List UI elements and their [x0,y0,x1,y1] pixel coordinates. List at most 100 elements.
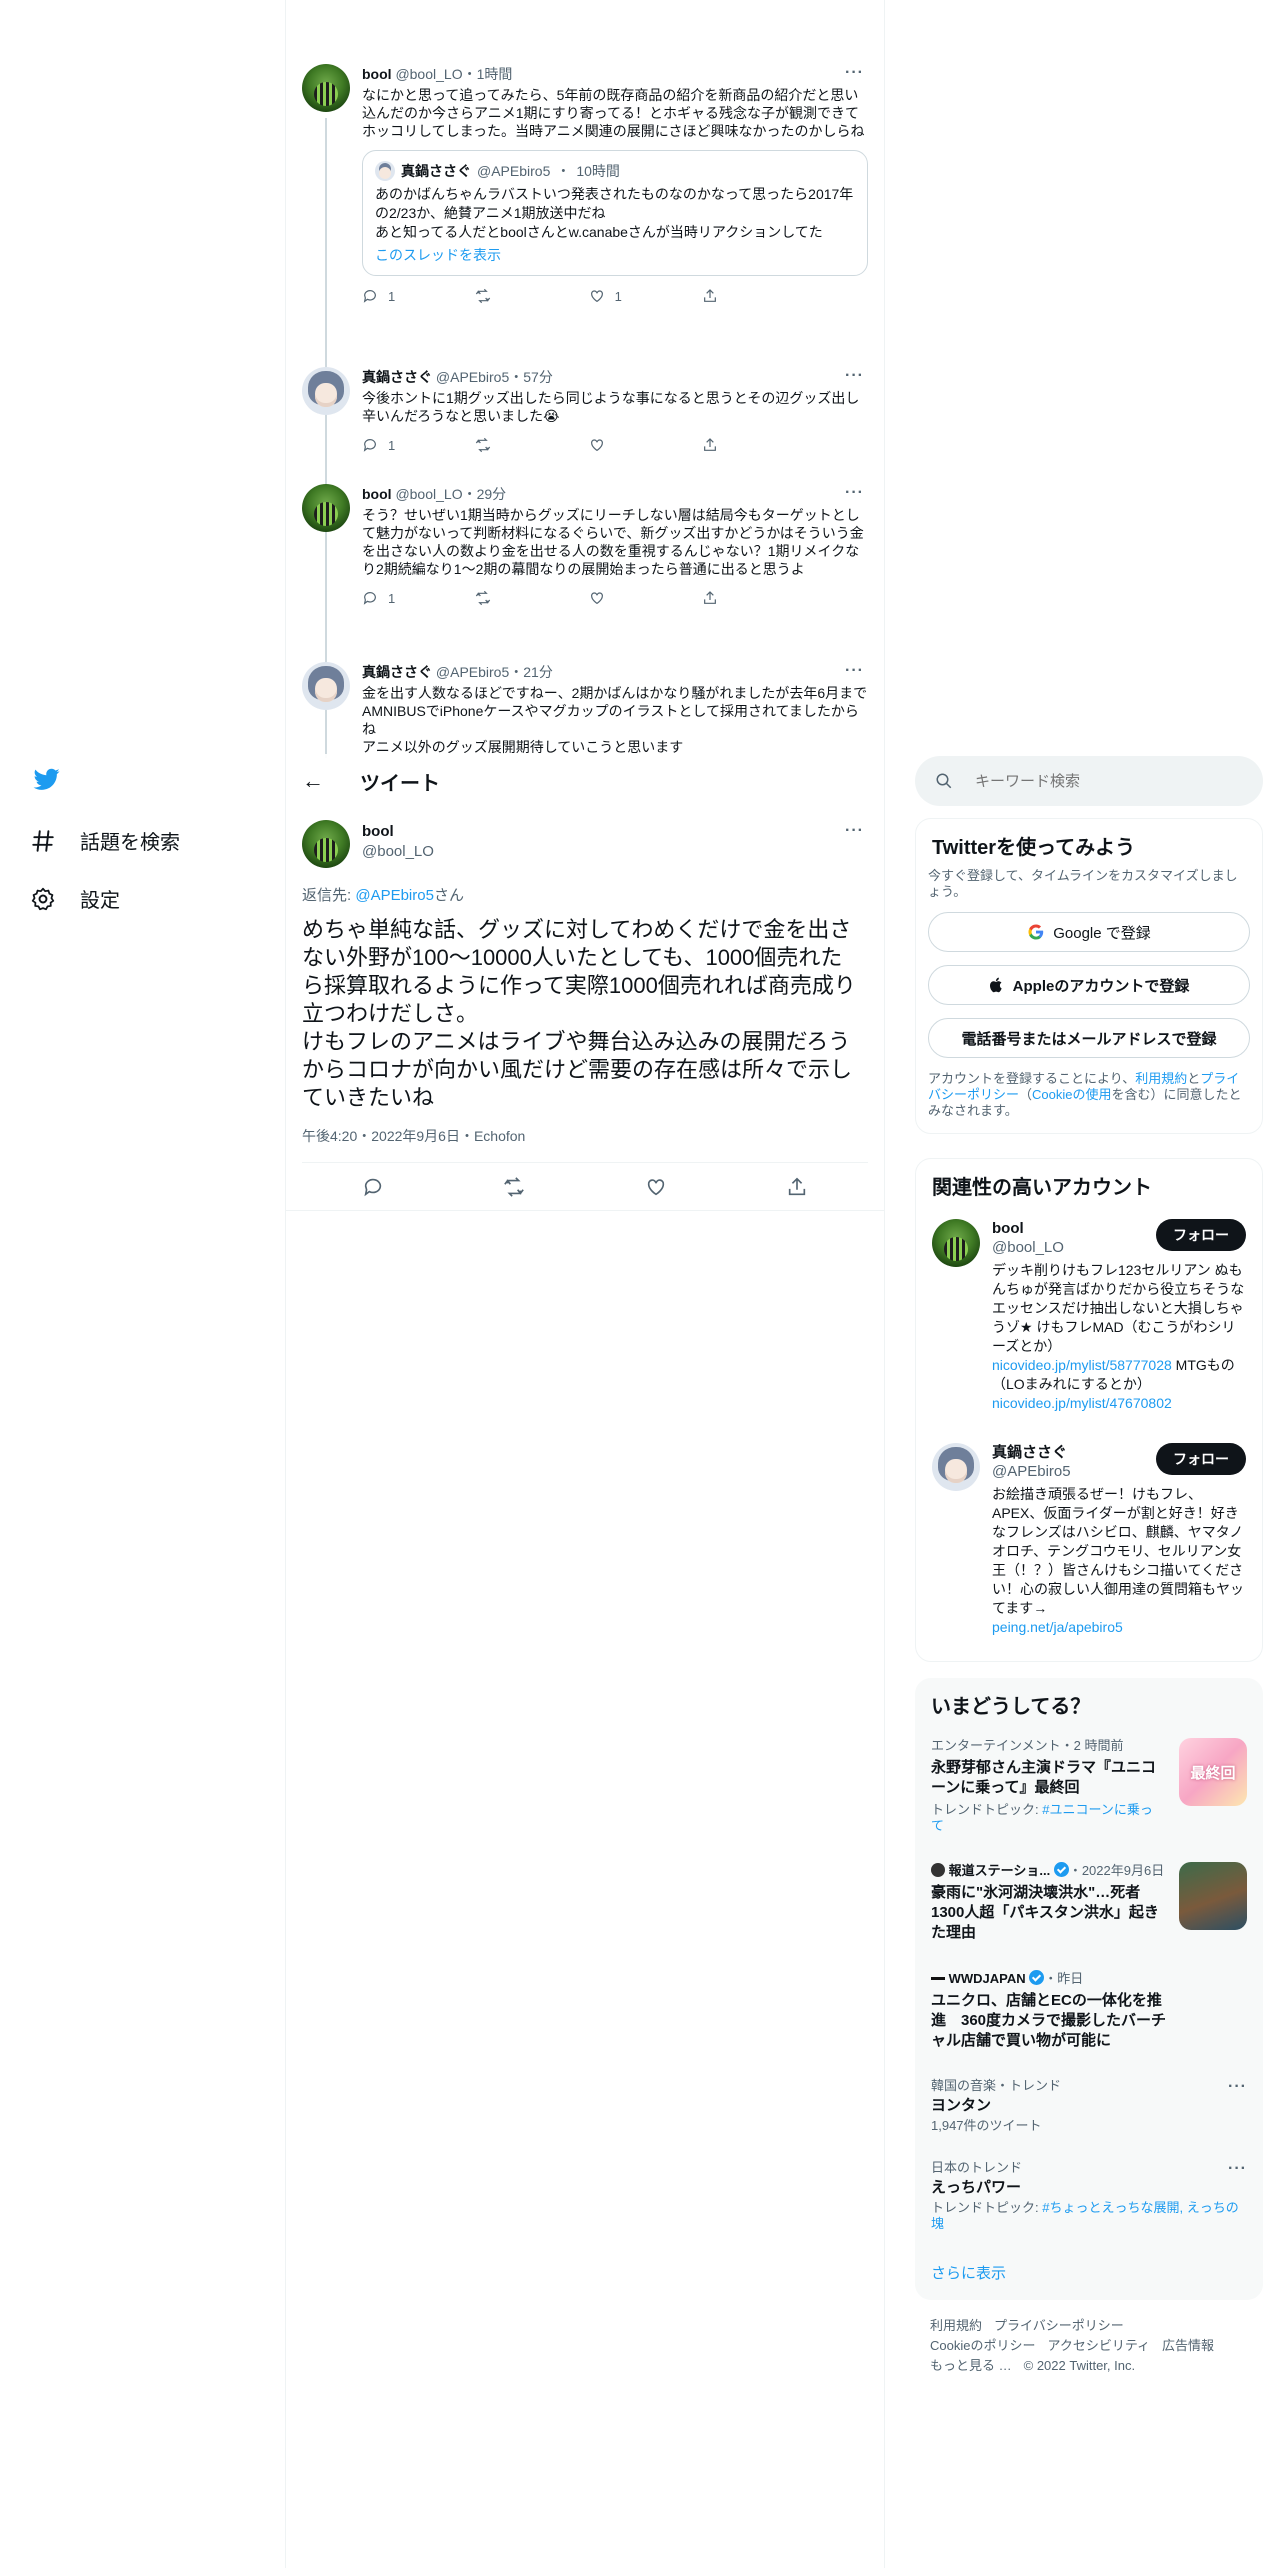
more-icon[interactable]: ··· [845,64,864,82]
like-button[interactable] [589,590,679,606]
reply-button[interactable]: 1 [362,437,452,453]
quote-text: あのかばんちゃんラバストいつ発表されたものなのかなって思ったら2017年の2/2… [375,186,854,240]
account-name[interactable]: bool [992,1219,1064,1238]
cookie-link[interactable]: Cookieの使用 [1032,1087,1111,1102]
share-button[interactable] [702,288,792,304]
reply-icon [363,290,376,303]
trend-item[interactable]: 韓国の音楽・トレンド ヨンタン 1,947件のツイート ··· [931,2078,1247,2138]
retweet-button[interactable] [475,437,565,453]
account-handle[interactable]: @bool_LO [992,1238,1064,1257]
author-name[interactable]: 真鍋ささぐ [362,369,432,385]
more-icon[interactable]: ··· [845,367,864,385]
more-icon[interactable]: ··· [1228,2078,1247,2096]
retweet-icon[interactable] [503,1176,525,1198]
footer-link[interactable]: 利用規約 [930,2318,982,2333]
avatar[interactable] [302,662,350,710]
thread-tweet[interactable]: 真鍋ささぐ @APEbiro5・21分 ··· 金を出す人数なるほどですねー、2… [302,662,868,754]
avatar[interactable] [302,64,350,112]
reply-button[interactable]: 1 [362,590,452,606]
tweet-time[interactable]: 57分 [523,369,553,385]
avatar[interactable] [302,367,350,415]
author-handle[interactable]: @bool_LO [362,842,434,862]
quoted-tweet[interactable]: 真鍋ささぐ @APEbiro5 ・ 10時間 あのかばんちゃんラバストいつ発表されたも… [362,150,868,276]
thread-tweet[interactable]: bool @bool_LO・1時間 ··· なにかと思って追ってみたら、5年前の… [302,64,868,354]
follow-button[interactable]: フォロー [1156,1219,1246,1251]
bio-link[interactable]: nicovideo.jp/mylist/58777028 [992,1357,1172,1373]
author-name[interactable]: bool [362,486,392,502]
trend-item[interactable]: WWDJAPAN ・昨日 ユニクロ、店舗とECの一体化を推進 360度カメラで撮… [931,1970,1247,2060]
tweet-time[interactable]: 21分 [523,664,553,680]
author-name[interactable]: bool [362,66,392,82]
back-arrow-icon[interactable]: ← [302,768,342,794]
show-thread-link[interactable]: このスレッドを表示 [375,246,855,265]
author-name[interactable]: bool [362,822,434,842]
account-handle[interactable]: @APEbiro5 [992,1462,1071,1481]
more-icon[interactable]: ··· [845,822,864,840]
trend-item[interactable]: 報道ステーショ... ・2022年9月6日 豪雨に"氷河湖決壊洪水"…死者130… [931,1862,1247,1962]
account-row[interactable]: bool @bool_LO フォロー デッキ削りけもフレ123セルリアン ぬもん… [916,1219,1262,1437]
share-icon[interactable] [786,1176,808,1198]
retweet-icon [476,288,491,304]
thread-tweet[interactable]: bool @bool_LO・29分 ··· そう？せいぜい1期当時からグッズにリ… [302,484,868,644]
reply-button[interactable]: 1 [362,288,452,304]
tweet-actions: 1 1 [362,288,792,304]
trend-item[interactable]: エンターテインメント・2 時間前 永野芽郁さん主演ドラマ『ユニコーンに乗って』最… [931,1738,1247,1848]
avatar[interactable] [302,820,350,868]
reply-suffix: さん [433,887,464,904]
more-icon[interactable]: ··· [845,662,864,680]
signup-subtitle: 今すぐ登録して、タイムラインをカスタマイズしましょう。 [928,868,1238,899]
reply-to-link[interactable]: @APEbiro5 [355,887,434,904]
search-bar[interactable] [915,756,1263,806]
footer-link[interactable]: Cookieのポリシー [930,2338,1035,2353]
reply-icon[interactable] [362,1176,384,1198]
more-icon[interactable]: ··· [845,484,864,502]
reply-count: 1 [388,288,396,304]
search-input[interactable] [975,772,1235,790]
tweet-text: なにかと思って追ってみたら、5年前の既存商品の紹介を新商品の紹介だと思い込んだの… [362,87,865,139]
tweet-time[interactable]: 1時間 [477,66,513,82]
retweet-button[interactable] [475,288,565,304]
author-handle[interactable]: @APEbiro5 [436,664,509,680]
like-button[interactable] [589,437,679,453]
terms-link[interactable]: 利用規約 [1135,1071,1187,1086]
phone-email-signup-button[interactable]: 電話番号またはメールアドレスで登録 [928,1018,1250,1058]
google-signup-button[interactable]: Google で登録 [928,912,1250,952]
follow-button[interactable]: フォロー [1156,1443,1246,1475]
footer-link[interactable]: プライバシーポリシー [994,2318,1124,2333]
bio-link[interactable]: peing.net/ja/apebiro5 [992,1619,1123,1635]
tweet-meta[interactable]: 午後4:20・2022年9月6日・Echofon [302,1126,525,1146]
account-bio: お絵描き頑張るぜー！けもフレ、APEX、仮面ライダーが割と好き！好きなフレンズは… [992,1485,1248,1637]
google-icon [1028,924,1044,940]
apple-signup-button[interactable]: Appleのアカウントで登録 [928,965,1250,1005]
account-name[interactable]: 真鍋ささぐ [992,1443,1071,1462]
nav-settings[interactable]: 設定 [30,884,120,913]
account-row[interactable]: 真鍋ささぐ @APEbiro5 フォロー お絵描き頑張るぜー！けもフレ、APEX… [916,1443,1262,1653]
news-date: ・昨日 [1044,1971,1084,1986]
share-button[interactable] [702,590,792,606]
avatar[interactable] [302,484,350,532]
show-more-link[interactable]: さらに表示 [931,2262,1006,2283]
footer-link[interactable]: 広告情報 [1162,2338,1214,2353]
tweet-time[interactable]: 29分 [477,486,507,502]
reply-icon [363,439,376,452]
twitter-logo-icon[interactable] [32,766,62,797]
avatar[interactable] [932,1443,980,1491]
retweet-button[interactable] [475,590,565,606]
thread-tweet[interactable]: 真鍋ささぐ @APEbiro5・57分 ··· 今後ホントに1期グッズ出したら同… [302,367,868,467]
bio-link[interactable]: nicovideo.jp/mylist/47670802 [992,1395,1172,1411]
author-name[interactable]: 真鍋ささぐ [362,664,432,680]
author-handle[interactable]: @bool_LO [395,486,462,502]
author-handle[interactable]: @APEbiro5 [436,369,509,385]
trend-item[interactable]: 日本のトレンド えっちパワー トレンドトピック: #ちょっとえっちな展開, えっ… [931,2160,1247,2240]
author-handle[interactable]: @bool_LO [395,66,462,82]
share-button[interactable] [702,437,792,453]
avatar[interactable] [932,1219,980,1267]
nav-explore[interactable]: 話題を検索 [30,826,180,855]
heart-icon[interactable] [645,1176,667,1198]
footer-link[interactable]: アクセシビリティ [1047,2338,1150,2353]
more-icon[interactable]: ··· [1228,2160,1247,2178]
heart-icon [590,290,603,303]
like-button[interactable]: 1 [589,288,679,304]
tweet-text: 今後ホントに1期グッズ出したら同じような事になると思うとその辺グッズ出し辛いんだ… [362,390,860,424]
footer-link[interactable]: もっと見る … [930,2358,1012,2373]
